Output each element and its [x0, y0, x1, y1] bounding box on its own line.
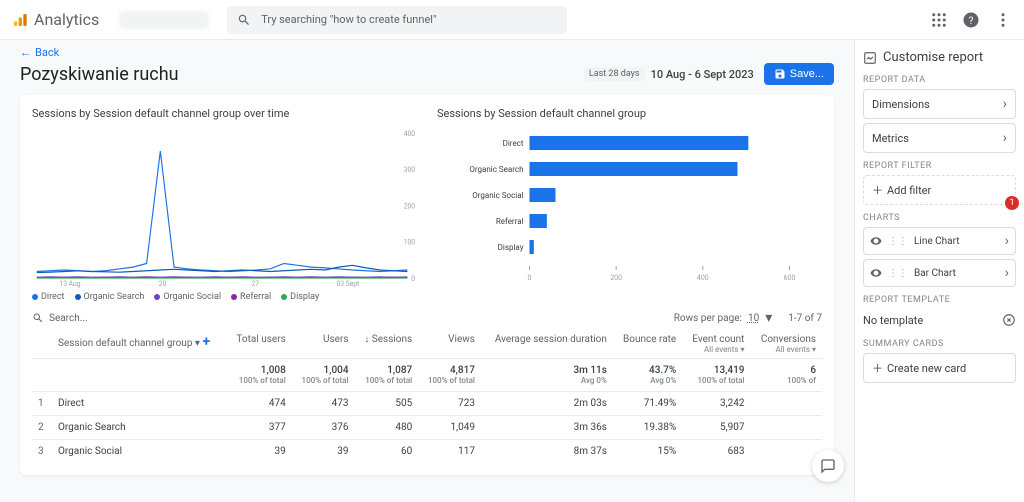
svg-text:Organic Social: Organic Social — [472, 191, 523, 200]
app-name: Analytics — [34, 10, 99, 29]
chart-type-line[interactable]: ⋮⋮ Line Chart › — [863, 227, 1016, 255]
svg-text:03 Sept: 03 Sept — [336, 280, 359, 288]
section-template: REPORT TEMPLATE — [863, 295, 1016, 305]
metrics-item[interactable]: Metrics› — [863, 123, 1016, 153]
table-row[interactable]: 3Organic Social3939601178m 37s15%683 — [32, 440, 822, 464]
svg-text:600: 600 — [784, 274, 796, 282]
svg-text:200: 200 — [404, 202, 415, 210]
svg-text:27: 27 — [251, 280, 259, 288]
back-link[interactable]: ← Back — [20, 46, 59, 59]
sidebar-title: Customise report — [883, 50, 983, 65]
drag-icon: ⋮⋮ — [888, 236, 908, 247]
bar-chart-title: Sessions by Session default channel grou… — [437, 107, 822, 120]
svg-text:13 Aug: 13 Aug — [59, 280, 80, 288]
plus-icon: ＋ — [872, 360, 883, 376]
table-row[interactable]: 2Organic Search3773764801,0493m 36s19.38… — [32, 416, 822, 440]
date-preset-chip[interactable]: Last 28 days — [584, 67, 645, 81]
page-info: 1-7 of 7 — [788, 313, 822, 324]
chevron-right-icon: › — [1003, 130, 1007, 146]
account-selector[interactable] — [119, 11, 209, 29]
bar-chart: Direct Organic Search Organic Social Referr… — [437, 128, 822, 288]
line-chart: 0 100 200 300 400 13 Aug 20 27 03 Sept — [32, 128, 417, 288]
svg-text:?: ? — [969, 13, 974, 26]
page-title: Pozyskiwanie ruchu — [20, 64, 179, 85]
chevron-right-icon: › — [1005, 233, 1009, 249]
svg-text:Direct: Direct — [503, 139, 524, 148]
date-range[interactable]: 10 Aug - 6 Sept 2023 — [651, 68, 754, 81]
line-chart-legend: Direct Organic Search Organic Social Referr… — [32, 292, 417, 302]
search-icon — [32, 312, 44, 324]
chat-icon — [820, 458, 836, 474]
chat-fab[interactable] — [812, 450, 844, 482]
unlink-icon[interactable] — [1002, 313, 1016, 327]
dimensions-item[interactable]: Dimensions› — [863, 89, 1016, 119]
section-summary: SUMMARY CARDS — [863, 339, 1016, 349]
svg-text:400: 400 — [697, 274, 709, 282]
logo: Analytics — [12, 10, 99, 29]
save-label: Save... — [790, 68, 824, 80]
svg-text:200: 200 — [610, 274, 622, 282]
add-filter-button[interactable]: ＋ Add filter 1 — [863, 175, 1016, 205]
table-row[interactable]: 1Direct4744735057232m 03s71.49%3,242 — [32, 392, 822, 416]
svg-text:100: 100 — [404, 239, 415, 247]
svg-text:Organic Search: Organic Search — [469, 165, 523, 174]
customise-icon — [863, 51, 877, 65]
save-icon — [774, 68, 786, 80]
global-search[interactable]: Try searching "how to create funnel" — [227, 6, 567, 34]
svg-text:Referral: Referral — [496, 217, 524, 226]
svg-text:0: 0 — [528, 274, 532, 282]
back-label: Back — [35, 46, 59, 59]
more-icon[interactable] — [994, 11, 1012, 29]
legend-item[interactable]: Organic Social — [154, 292, 221, 302]
legend-item[interactable]: Display — [281, 292, 319, 302]
analytics-logo-icon — [12, 12, 28, 28]
search-icon — [237, 13, 251, 27]
apps-icon[interactable] — [930, 11, 948, 29]
svg-text:300: 300 — [404, 166, 415, 174]
table-search-placeholder: Search... — [49, 313, 88, 324]
section-charts: CHARTS — [863, 213, 1016, 223]
no-template: No template — [863, 309, 1016, 331]
drag-icon: ⋮⋮ — [888, 268, 908, 279]
rows-per-page-label: Rows per page: — [674, 313, 742, 324]
eye-icon — [870, 267, 882, 279]
customise-sidebar: Customise report REPORT DATA Dimensions›… — [854, 40, 1024, 502]
plus-icon: ＋ — [872, 182, 883, 198]
chevron-right-icon: › — [1005, 265, 1009, 281]
chart-type-bar[interactable]: ⋮⋮ Bar Chart › — [863, 259, 1016, 287]
table-search[interactable]: Search... — [32, 312, 88, 324]
arrow-left-icon: ← — [20, 46, 31, 59]
chevron-down-icon[interactable]: ▾ — [765, 310, 772, 326]
section-report-filter: REPORT FILTER — [863, 161, 1016, 171]
save-button[interactable]: Save... — [764, 63, 834, 85]
data-table: Session default channel group ▾ +Total u… — [32, 330, 822, 463]
svg-text:400: 400 — [404, 130, 415, 138]
chevron-right-icon: › — [1003, 96, 1007, 112]
svg-text:0: 0 — [411, 275, 415, 283]
eye-icon — [870, 235, 882, 247]
legend-item[interactable]: Organic Search — [75, 292, 145, 302]
create-card-button[interactable]: ＋ Create new card — [863, 353, 1016, 383]
section-report-data: REPORT DATA — [863, 75, 1016, 85]
svg-text:Display: Display — [498, 243, 524, 252]
line-chart-title: Sessions by Session default channel grou… — [32, 107, 417, 120]
legend-item[interactable]: Direct — [32, 292, 65, 302]
help-icon[interactable]: ? — [962, 11, 980, 29]
top-bar: Analytics Try searching "how to create f… — [0, 0, 1024, 40]
filter-badge: 1 — [1005, 196, 1019, 210]
svg-text:20: 20 — [159, 280, 167, 288]
search-placeholder: Try searching "how to create funnel" — [261, 13, 436, 26]
rows-per-page-value[interactable]: 10 — [748, 313, 759, 324]
legend-item[interactable]: Referral — [231, 292, 271, 302]
